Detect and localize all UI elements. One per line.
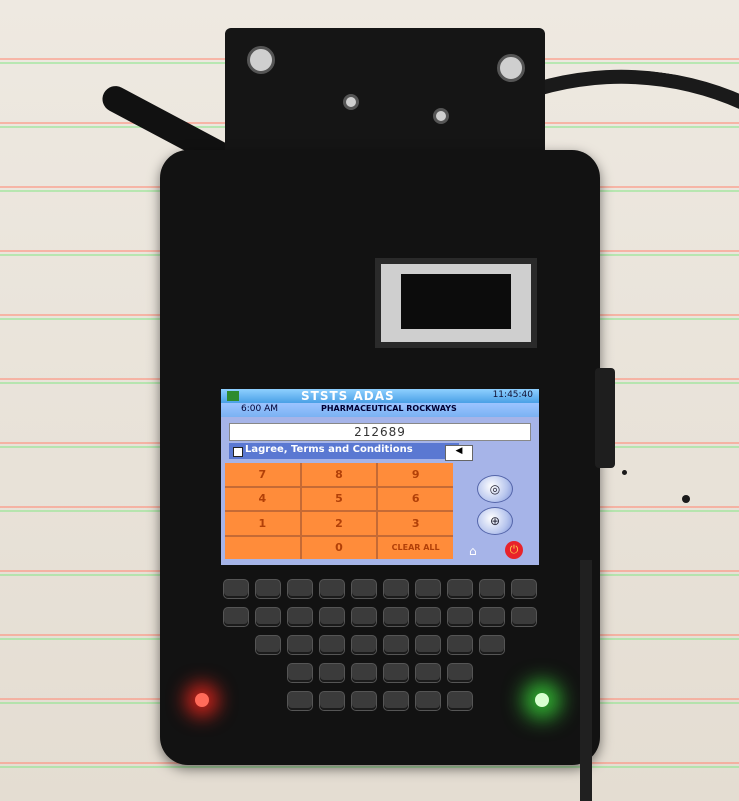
keyboard-key[interactable]: [512, 608, 536, 626]
numeric-keypad: 7 8 9 4 5 6 1 2 3 0 CLEAR ALL: [225, 463, 453, 559]
wall-mark: [622, 470, 627, 475]
screen-subheader: 6:00 AM PHARMACEUTICAL ROCKWAYS: [221, 403, 539, 417]
power-icon[interactable]: ⏻: [505, 541, 523, 559]
keyboard-key[interactable]: [448, 608, 472, 626]
key-5[interactable]: 5: [301, 487, 377, 510]
key-7[interactable]: 7: [225, 463, 300, 486]
keyboard-key[interactable]: [288, 580, 312, 598]
keyboard-key[interactable]: [512, 580, 536, 598]
screw-icon: [247, 46, 275, 74]
speaker-icon[interactable]: ◀: [445, 445, 473, 461]
amount-value: 212689: [354, 425, 406, 439]
keyboard-key[interactable]: [256, 580, 280, 598]
status-left: 6:00 AM: [241, 404, 278, 414]
key-2[interactable]: 2: [301, 512, 377, 535]
keyboard-key[interactable]: [448, 580, 472, 598]
screw-icon: [497, 54, 525, 82]
terms-label: Lagree, Terms and Conditions: [245, 444, 413, 455]
touch-screen: STSTS ADAS 11:45:40 6:00 AM PHARMACEUTIC…: [221, 389, 539, 565]
keyboard-key[interactable]: [480, 608, 504, 626]
keyboard-row: [190, 664, 570, 682]
keyboard-key[interactable]: [448, 664, 472, 682]
keyboard-row: [190, 580, 570, 598]
clear-all-button[interactable]: CLEAR ALL: [378, 536, 453, 559]
keyboard-key[interactable]: [320, 664, 344, 682]
screw-icon: [343, 94, 359, 110]
wall-mark: [682, 495, 690, 503]
app-icon: [227, 391, 239, 401]
keyboard-key[interactable]: [352, 608, 376, 626]
key-6[interactable]: 6: [378, 487, 453, 510]
printer-opening: [401, 274, 511, 329]
keyboard-key[interactable]: [320, 636, 344, 654]
keyboard-key[interactable]: [416, 636, 440, 654]
key-3[interactable]: 3: [378, 512, 453, 535]
keyboard-key[interactable]: [480, 580, 504, 598]
keyboard-key[interactable]: [288, 664, 312, 682]
screen-header: STSTS ADAS 11:45:40: [221, 389, 539, 403]
keyboard-key[interactable]: [416, 692, 440, 710]
keyboard-key[interactable]: [288, 692, 312, 710]
home-icon[interactable]: ⌂: [469, 544, 483, 558]
keyboard-key[interactable]: [416, 608, 440, 626]
keyboard-key[interactable]: [352, 636, 376, 654]
power-cord: [580, 560, 592, 801]
key-4[interactable]: 4: [225, 487, 300, 510]
keyboard-key[interactable]: [384, 580, 408, 598]
terms-checkbox[interactable]: [233, 447, 243, 457]
keyboard-key[interactable]: [480, 636, 504, 654]
keyboard-key[interactable]: [288, 636, 312, 654]
screw-icon: [433, 108, 449, 124]
keyboard-row: [190, 692, 570, 710]
confirm-icon[interactable]: ◎: [477, 475, 513, 503]
keyboard-key[interactable]: [384, 608, 408, 626]
key-0[interactable]: 0: [301, 536, 377, 559]
keyboard-key[interactable]: [384, 664, 408, 682]
amount-input[interactable]: 212689: [229, 423, 531, 441]
key-8[interactable]: 8: [301, 463, 377, 486]
keyboard-row: [190, 608, 570, 626]
keyboard-key[interactable]: [384, 692, 408, 710]
scan-icon[interactable]: ⊕: [477, 507, 513, 535]
terms-checkbox-row[interactable]: Lagree, Terms and Conditions: [229, 443, 459, 459]
keyboard-row: [190, 636, 570, 654]
green-status-led: [535, 693, 549, 707]
screen-title: STSTS ADAS: [301, 389, 395, 403]
keyboard-key[interactable]: [384, 636, 408, 654]
subheader-text: PHARMACEUTICAL ROCKWAYS: [321, 404, 457, 413]
side-button[interactable]: [595, 368, 615, 468]
keyboard-key[interactable]: [416, 580, 440, 598]
key-1[interactable]: 1: [225, 512, 300, 535]
screen-time: 11:45:40: [492, 390, 533, 400]
keyboard-key[interactable]: [256, 608, 280, 626]
keyboard-key[interactable]: [448, 636, 472, 654]
keyboard-key[interactable]: [256, 636, 280, 654]
keyboard-key[interactable]: [320, 580, 344, 598]
keyboard-key[interactable]: [224, 608, 248, 626]
keyboard-key[interactable]: [288, 608, 312, 626]
keyboard-key[interactable]: [448, 692, 472, 710]
keyboard-key[interactable]: [416, 664, 440, 682]
key-blank[interactable]: [225, 536, 300, 559]
red-status-led: [195, 693, 209, 707]
keyboard-key[interactable]: [320, 692, 344, 710]
keyboard-key[interactable]: [352, 664, 376, 682]
physical-keyboard: [190, 580, 570, 750]
keyboard-key[interactable]: [224, 580, 248, 598]
printer-slot: [375, 258, 537, 348]
keyboard-key[interactable]: [320, 608, 344, 626]
keyboard-key[interactable]: [352, 692, 376, 710]
key-9[interactable]: 9: [378, 463, 453, 486]
keyboard-key[interactable]: [352, 580, 376, 598]
